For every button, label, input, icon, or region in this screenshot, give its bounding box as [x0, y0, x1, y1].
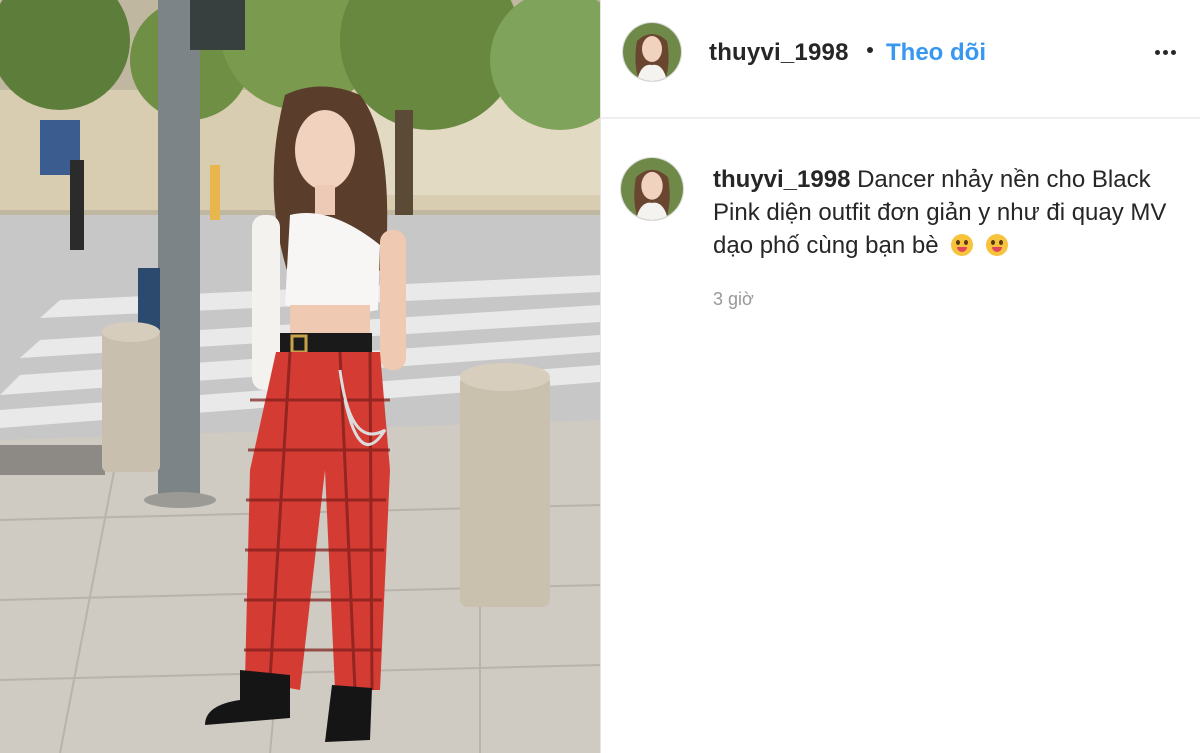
author-username[interactable]: thuyvi_1998: [709, 39, 849, 67]
author-avatar[interactable]: [622, 22, 682, 82]
avatar-image: [621, 158, 683, 220]
comment-username[interactable]: thuyvi_1998: [713, 166, 850, 193]
post-timestamp[interactable]: 3 giờ: [713, 289, 754, 310]
post-header: thuyvi_1998 Theo dõi: [601, 0, 1200, 117]
more-dot: [1155, 50, 1160, 55]
post-photo[interactable]: [0, 0, 600, 753]
header-divider: [601, 117, 1200, 119]
more-dot: [1163, 50, 1168, 55]
post-details-panel: thuyvi_1998 Theo dõi thuyvi_1998 Dancer …: [601, 0, 1200, 753]
street-photo-illustration: [0, 0, 600, 753]
caption-text-block: thuyvi_1998 Dancer nhảy nền cho Black Pi…: [713, 163, 1183, 262]
follow-button[interactable]: Theo dõi: [886, 39, 986, 67]
avatar-image: [623, 23, 681, 81]
winking-tongue-emoji-icon: [951, 234, 974, 256]
separator-dot: [867, 47, 873, 53]
more-dot: [1171, 50, 1176, 55]
more-options-icon[interactable]: [1149, 38, 1181, 66]
tongue-out-emoji-icon: [985, 234, 1008, 256]
commenter-avatar[interactable]: [620, 157, 684, 221]
